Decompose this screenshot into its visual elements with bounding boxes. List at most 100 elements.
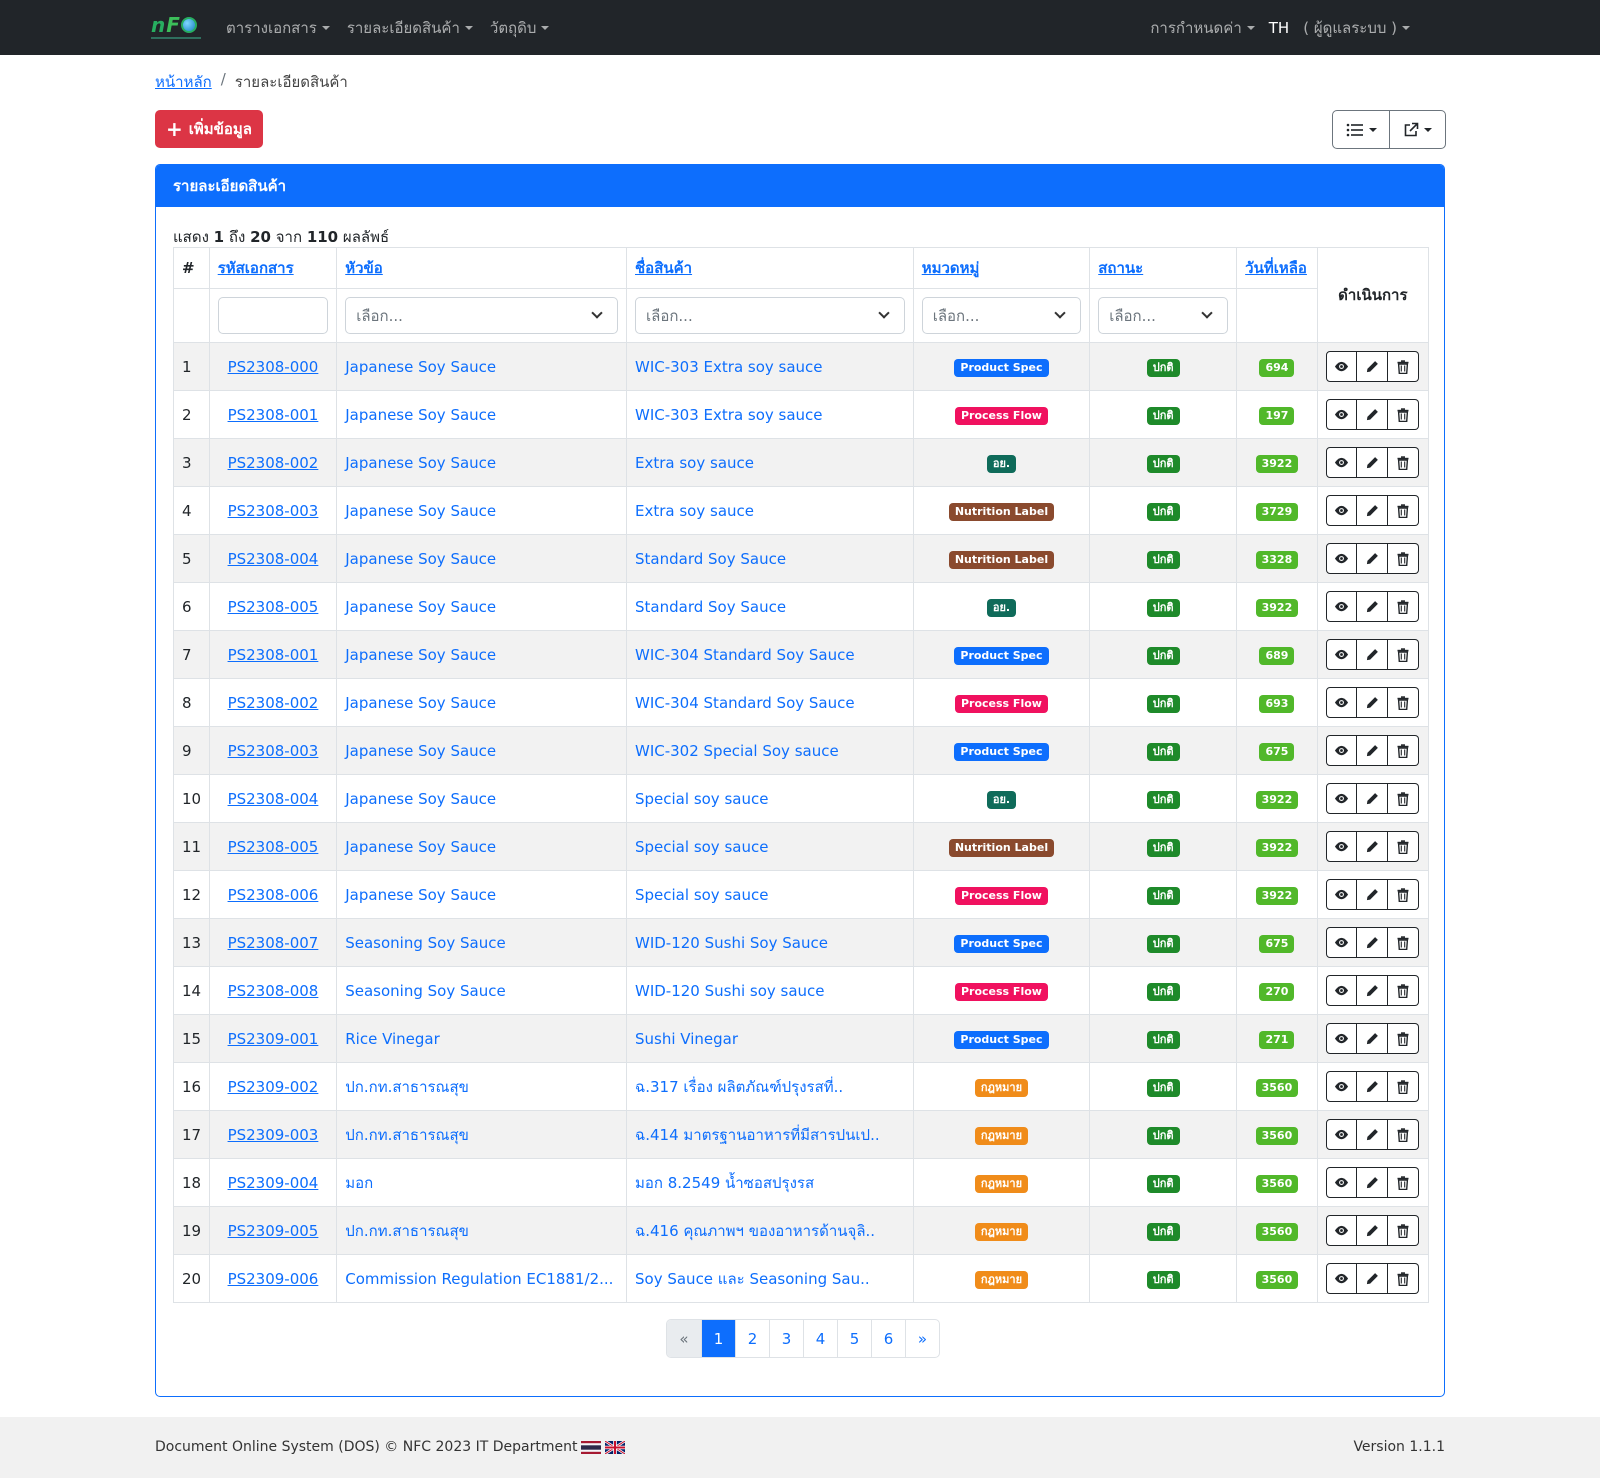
view-button[interactable] — [1326, 1215, 1358, 1246]
document-code-link[interactable]: PS2308-003 — [228, 502, 319, 520]
subject-cell[interactable]: Japanese Soy Sauce — [336, 390, 627, 439]
product-name-cell[interactable]: ฉ.317 เรื่อง ผลิตภัณฑ์ปรุงรสที่.. — [626, 1062, 914, 1111]
pagination-page[interactable]: 6 — [871, 1320, 905, 1357]
delete-button[interactable] — [1388, 1119, 1420, 1150]
document-code-link[interactable]: PS2308-004 — [228, 550, 319, 568]
col-header-status[interactable]: สถานะ — [1089, 247, 1238, 289]
pagination-prev[interactable]: « — [667, 1320, 701, 1357]
edit-button[interactable] — [1357, 495, 1389, 526]
product-name-cell[interactable]: ฉ.416 คุณภาพฯ ของอาหารด้านจุลิ.. — [626, 1206, 914, 1255]
delete-button[interactable] — [1388, 1215, 1420, 1246]
filter-status-select[interactable]: เลือก... — [1098, 297, 1229, 334]
view-button[interactable] — [1326, 351, 1358, 382]
delete-button[interactable] — [1388, 399, 1420, 430]
document-code-link[interactable]: PS2308-003 — [228, 742, 319, 760]
product-name-cell[interactable]: WID-120 Sushi soy sauce — [626, 966, 914, 1015]
thai-flag-icon[interactable] — [581, 1440, 602, 1454]
product-name-cell[interactable]: Special soy sauce — [626, 870, 914, 919]
view-button[interactable] — [1326, 543, 1358, 574]
delete-button[interactable] — [1388, 975, 1420, 1006]
document-code-link[interactable]: PS2308-005 — [228, 838, 319, 856]
subject-cell[interactable]: Japanese Soy Sauce — [336, 582, 627, 631]
user-menu[interactable]: ( ผู้ดูแลระบบ ) — [1303, 16, 1410, 40]
product-name-cell[interactable]: WIC-302 Special Soy sauce — [626, 726, 914, 775]
delete-button[interactable] — [1388, 1167, 1420, 1198]
product-name-cell[interactable]: Standard Soy Sauce — [626, 534, 914, 583]
pagination-next[interactable]: » — [905, 1320, 939, 1357]
product-name-cell[interactable]: WIC-304 Standard Soy Sauce — [626, 678, 914, 727]
product-name-cell[interactable]: WIC-303 Extra soy sauce — [626, 342, 914, 391]
delete-button[interactable] — [1388, 351, 1420, 382]
delete-button[interactable] — [1388, 927, 1420, 958]
document-code-link[interactable]: PS2308-007 — [228, 934, 319, 952]
delete-button[interactable] — [1388, 783, 1420, 814]
pagination-page[interactable]: 4 — [803, 1320, 837, 1357]
subject-cell[interactable]: Japanese Soy Sauce — [336, 438, 627, 487]
delete-button[interactable] — [1388, 831, 1420, 862]
product-name-cell[interactable]: WIC-304 Standard Soy Sauce — [626, 630, 914, 679]
col-header-subject[interactable]: หัวข้อ — [336, 247, 627, 289]
nav-documents-menu[interactable]: ตารางเอกสาร — [226, 16, 330, 40]
subject-cell[interactable]: Japanese Soy Sauce — [336, 486, 627, 535]
product-name-cell[interactable]: WIC-303 Extra soy sauce — [626, 390, 914, 439]
filter-subject-select[interactable]: เลือก... — [345, 297, 618, 334]
product-name-cell[interactable]: มอก 8.2549 น้ำซอสปรุงรส — [626, 1158, 914, 1207]
edit-button[interactable] — [1357, 735, 1389, 766]
edit-button[interactable] — [1357, 975, 1389, 1006]
document-code-link[interactable]: PS2308-004 — [228, 790, 319, 808]
uk-flag-icon[interactable] — [605, 1440, 626, 1454]
view-button[interactable] — [1326, 639, 1358, 670]
product-name-cell[interactable]: Standard Soy Sauce — [626, 582, 914, 631]
view-button[interactable] — [1326, 447, 1358, 478]
subject-cell[interactable]: Rice Vinegar — [336, 1014, 627, 1063]
add-data-button[interactable]: + เพิ่มข้อมูล — [155, 110, 263, 148]
edit-button[interactable] — [1357, 351, 1389, 382]
filter-code-input[interactable] — [217, 297, 329, 334]
delete-button[interactable] — [1388, 1023, 1420, 1054]
edit-button[interactable] — [1357, 399, 1389, 430]
view-button[interactable] — [1326, 1263, 1358, 1294]
subject-cell[interactable]: Japanese Soy Sauce — [336, 822, 627, 871]
view-button[interactable] — [1326, 831, 1358, 862]
product-name-cell[interactable]: Soy Sauce และ Seasoning Sau.. — [626, 1254, 914, 1303]
edit-button[interactable] — [1357, 1263, 1389, 1294]
subject-cell[interactable]: Seasoning Soy Sauce — [336, 966, 627, 1015]
subject-cell[interactable]: Japanese Soy Sauce — [336, 342, 627, 391]
view-button[interactable] — [1326, 399, 1358, 430]
edit-button[interactable] — [1357, 1023, 1389, 1054]
view-button[interactable] — [1326, 735, 1358, 766]
product-name-cell[interactable]: Sushi Vinegar — [626, 1014, 914, 1063]
delete-button[interactable] — [1388, 879, 1420, 910]
subject-cell[interactable]: มอก — [336, 1158, 627, 1207]
edit-button[interactable] — [1357, 639, 1389, 670]
export-button[interactable] — [1389, 111, 1445, 148]
product-name-cell[interactable]: Special soy sauce — [626, 822, 914, 871]
delete-button[interactable] — [1388, 591, 1420, 622]
delete-button[interactable] — [1388, 1263, 1420, 1294]
document-code-link[interactable]: PS2308-006 — [228, 886, 319, 904]
edit-button[interactable] — [1357, 687, 1389, 718]
view-button[interactable] — [1326, 1071, 1358, 1102]
delete-button[interactable] — [1388, 447, 1420, 478]
edit-button[interactable] — [1357, 591, 1389, 622]
edit-button[interactable] — [1357, 879, 1389, 910]
edit-button[interactable] — [1357, 831, 1389, 862]
document-code-link[interactable]: PS2308-001 — [228, 646, 319, 664]
subject-cell[interactable]: Japanese Soy Sauce — [336, 774, 627, 823]
col-header-category[interactable]: หมวดหมู่ — [912, 247, 1091, 289]
edit-button[interactable] — [1357, 1119, 1389, 1150]
view-button[interactable] — [1326, 879, 1358, 910]
subject-cell[interactable]: Japanese Soy Sauce — [336, 726, 627, 775]
pagination-page[interactable]: 1 — [701, 1320, 735, 1357]
delete-button[interactable] — [1388, 1071, 1420, 1102]
breadcrumb-home-link[interactable]: หน้าหลัก — [155, 70, 212, 94]
document-code-link[interactable]: PS2308-000 — [228, 358, 319, 376]
view-button[interactable] — [1326, 927, 1358, 958]
document-code-link[interactable]: PS2308-001 — [228, 406, 319, 424]
view-button[interactable] — [1326, 975, 1358, 1006]
subject-cell[interactable]: ปก.กท.สาธารณสุข — [336, 1062, 627, 1111]
document-code-link[interactable]: PS2308-002 — [228, 454, 319, 472]
view-button[interactable] — [1326, 1119, 1358, 1150]
nav-product-details-menu[interactable]: รายละเอียดสินค้า — [347, 16, 473, 40]
edit-button[interactable] — [1357, 1071, 1389, 1102]
